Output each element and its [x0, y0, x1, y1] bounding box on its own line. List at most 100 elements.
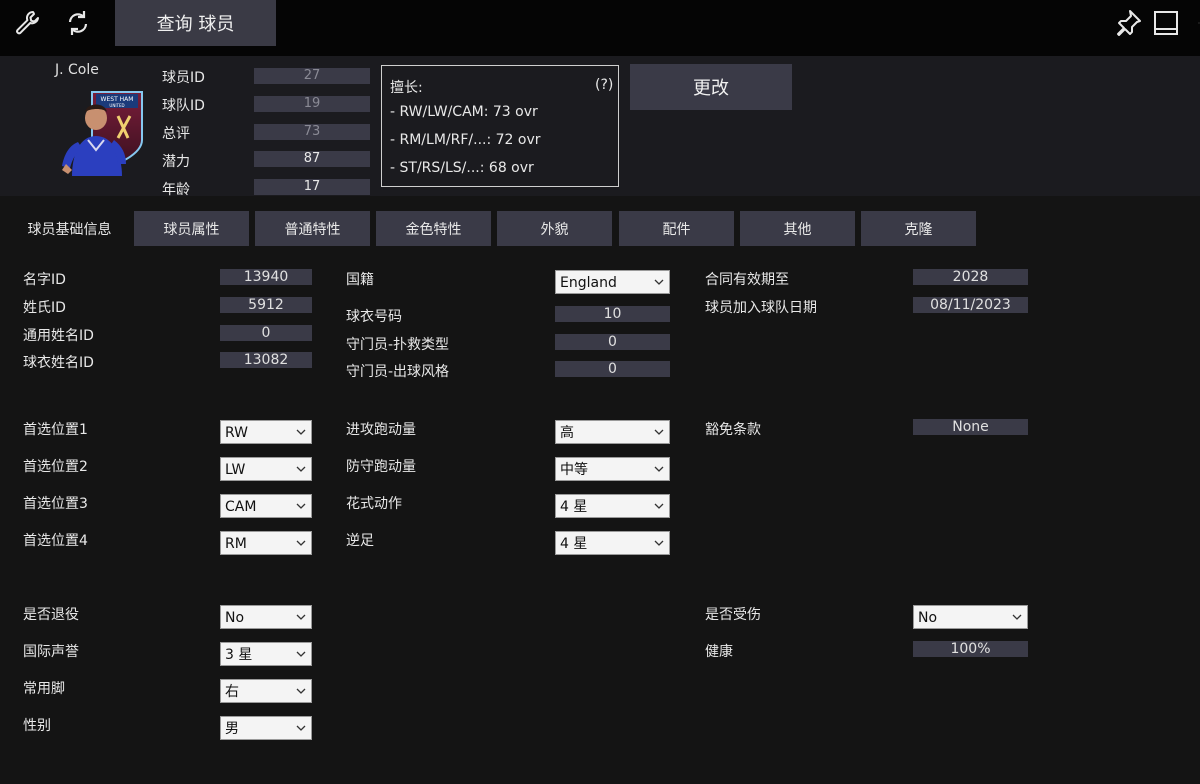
tab-other[interactable]: 其他 — [740, 211, 855, 246]
select-retired[interactable]: No — [220, 605, 312, 629]
chevron-down-icon — [1010, 606, 1024, 628]
label-release-clause: 豁免条款 — [705, 422, 761, 438]
label-injured: 是否受伤 — [705, 607, 761, 623]
tab-clone[interactable]: 克隆 — [861, 211, 976, 246]
help-icon[interactable]: (?) — [595, 77, 613, 93]
select-skill-moves[interactable]: 4 星 — [555, 494, 670, 518]
label-retired: 是否退役 — [23, 607, 79, 623]
label-preferred-position-1: 首选位置1 — [23, 422, 88, 438]
label-health: 健康 — [705, 644, 733, 660]
label-common-name-id: 通用姓名ID — [23, 328, 94, 344]
select-value: 男 — [225, 721, 239, 737]
chevron-down-icon — [652, 532, 666, 554]
select-value: England — [560, 275, 617, 291]
header-label-age: 年龄 — [162, 182, 190, 198]
header-label-player-id: 球员ID — [162, 70, 205, 86]
chevron-down-icon — [294, 458, 308, 480]
select-value: 右 — [225, 684, 239, 700]
player-name: J. Cole — [55, 62, 99, 78]
tab-basic-info[interactable]: 球员基础信息 — [12, 211, 127, 246]
value-release-clause[interactable]: None — [913, 419, 1028, 435]
value-first-name-id[interactable]: 13940 — [220, 269, 312, 285]
select-injured[interactable]: No — [913, 605, 1028, 629]
label-last-name-id: 姓氏ID — [23, 300, 66, 316]
tab-accessories[interactable]: 配件 — [619, 211, 734, 246]
label-international-reputation: 国际声誉 — [23, 644, 79, 660]
badge-text-line1: WEST HAM — [101, 96, 134, 103]
value-contract-until[interactable]: 2028 — [913, 269, 1028, 285]
label-nationality: 国籍 — [346, 272, 374, 288]
header-value-potential[interactable]: 87 — [254, 151, 370, 167]
best-position-line: - RM/LM/RF/...: 72 ovr — [390, 132, 541, 148]
select-defensive-work-rate[interactable]: 中等 — [555, 457, 670, 481]
select-preferred-foot[interactable]: 右 — [220, 679, 312, 703]
header-label-overall: 总评 — [162, 126, 190, 142]
label-preferred-foot: 常用脚 — [23, 681, 65, 697]
chevron-down-icon — [652, 421, 666, 443]
label-jersey-name-id: 球衣姓名ID — [23, 355, 94, 371]
select-preferred-position-4[interactable]: RM — [220, 531, 312, 555]
player-avatar: WEST HAM UNITED — [58, 88, 150, 176]
select-value: LW — [225, 462, 246, 478]
select-value: 中等 — [560, 462, 588, 478]
header-label-potential: 潜力 — [162, 154, 190, 170]
label-first-name-id: 名字ID — [23, 272, 66, 288]
label-weak-foot: 逆足 — [346, 533, 374, 549]
label-preferred-position-2: 首选位置2 — [23, 459, 88, 475]
label-joined-date: 球员加入球队日期 — [705, 300, 817, 316]
wrench-icon[interactable] — [12, 7, 44, 39]
chevron-down-icon — [294, 680, 308, 702]
value-health[interactable]: 100% — [913, 641, 1028, 657]
value-last-name-id[interactable]: 5912 — [220, 297, 312, 313]
tab-gold-traits[interactable]: 金色特性 — [376, 211, 491, 246]
value-common-name-id[interactable]: 0 — [220, 325, 312, 341]
select-gender[interactable]: 男 — [220, 716, 312, 740]
value-gk-save-type[interactable]: 0 — [555, 334, 670, 350]
select-preferred-position-1[interactable]: RW — [220, 420, 312, 444]
chevron-down-icon — [652, 458, 666, 480]
window-icon[interactable] — [1150, 7, 1182, 39]
query-player-button[interactable]: 查询 球员 — [115, 0, 276, 46]
select-nationality[interactable]: England — [555, 270, 670, 294]
select-preferred-position-2[interactable]: LW — [220, 457, 312, 481]
header-value-overall: 73 — [254, 124, 370, 140]
change-button[interactable]: 更改 — [630, 64, 792, 110]
select-value: 高 — [560, 425, 574, 441]
select-preferred-position-3[interactable]: CAM — [220, 494, 312, 518]
select-value: 4 星 — [560, 499, 588, 515]
best-positions-title: 擅长: — [390, 80, 423, 96]
select-value: No — [225, 610, 245, 626]
value-joined-date[interactable]: 08/11/2023 — [913, 297, 1028, 313]
refresh-icon[interactable] — [62, 7, 94, 39]
chevron-down-icon — [294, 717, 308, 739]
tab-attributes[interactable]: 球员属性 — [134, 211, 249, 246]
chevron-down-icon — [652, 271, 666, 293]
label-gender: 性别 — [23, 718, 51, 734]
chevron-down-icon — [294, 643, 308, 665]
label-attacking-work-rate: 进攻跑动量 — [346, 422, 416, 438]
pin-icon[interactable] — [1112, 7, 1144, 39]
label-skill-moves: 花式动作 — [346, 496, 402, 512]
label-gk-kick-style: 守门员-出球风格 — [346, 364, 450, 380]
select-value: RM — [225, 536, 247, 552]
chevron-down-icon — [294, 421, 308, 443]
tab-traits[interactable]: 普通特性 — [255, 211, 370, 246]
label-contract-until: 合同有效期至 — [705, 272, 789, 288]
close-icon-partial[interactable] — [1184, 7, 1200, 39]
chevron-down-icon — [294, 606, 308, 628]
header-value-age[interactable]: 17 — [254, 179, 370, 195]
select-international-reputation[interactable]: 3 星 — [220, 642, 312, 666]
select-value: No — [918, 610, 938, 626]
value-jersey-name-id[interactable]: 13082 — [220, 352, 312, 368]
select-weak-foot[interactable]: 4 星 — [555, 531, 670, 555]
tab-appearance[interactable]: 外貌 — [497, 211, 612, 246]
label-preferred-position-4: 首选位置4 — [23, 533, 88, 549]
chevron-down-icon — [294, 495, 308, 517]
label-jersey-number: 球衣号码 — [346, 309, 402, 325]
select-attacking-work-rate[interactable]: 高 — [555, 420, 670, 444]
value-jersey-number[interactable]: 10 — [555, 306, 670, 322]
select-value: CAM — [225, 499, 257, 515]
chevron-down-icon — [652, 495, 666, 517]
value-gk-kick-style[interactable]: 0 — [555, 361, 670, 377]
best-position-line: - ST/RS/LS/...: 68 ovr — [390, 160, 534, 176]
